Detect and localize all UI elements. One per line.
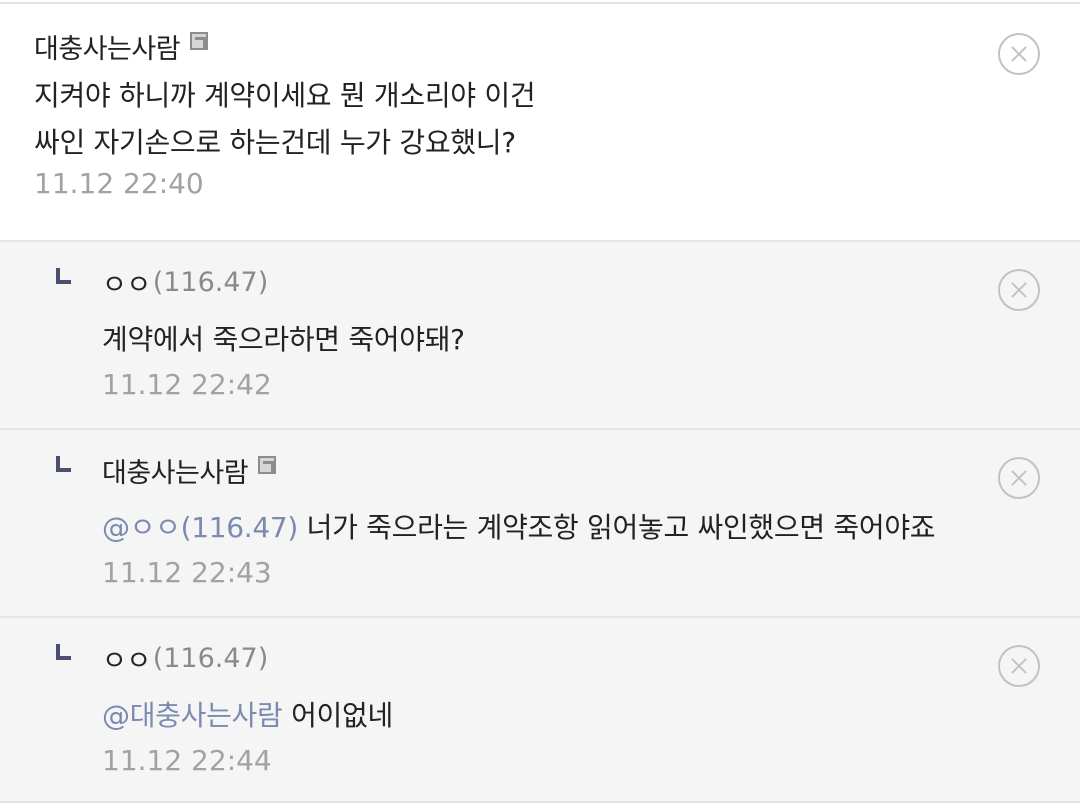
delete-comment-button[interactable] — [998, 457, 1040, 499]
delete-comment-button[interactable] — [998, 269, 1040, 311]
author-name[interactable]: ㅇㅇ — [102, 263, 151, 302]
comment-text-line: 지켜야 하니까 계약이세요 뭔 개소리야 이건 — [34, 79, 536, 112]
comment-text-line: 싸인 자기손으로 하는건데 누가 강요했니? — [34, 126, 516, 159]
author-name[interactable]: 대충사는사람 — [34, 27, 181, 66]
comment-text: 계약에서 죽으라하면 죽어야돼? — [102, 316, 1080, 363]
comment-header: ㅇㅇ (116.47) — [50, 638, 1080, 678]
reply-arrow-icon — [50, 450, 102, 490]
reply-comment: ㅇㅇ (116.47) @대충사는사람 어이없네 11.12 22:44 — [0, 618, 1080, 803]
comment-header: ㅇㅇ (116.47) — [50, 262, 1080, 302]
comment-text: @ㅇㅇ(116.47) 너가 죽으라는 계약조항 읽어놓고 싸인했으면 죽어야죠 — [102, 504, 1080, 551]
comment-timestamp: 11.12 22:43 — [102, 556, 272, 589]
gallog-icon[interactable] — [190, 32, 209, 50]
comment-header: 대충사는사람 — [50, 450, 1080, 490]
comment-thread: 대충사는사람 지켜야 하니까 계약이세요 뭔 개소리야 이건 싸인 자기손으로 … — [0, 0, 1080, 805]
author-ip: (116.47) — [152, 642, 269, 674]
reply-arrow-icon — [50, 262, 102, 302]
mention-link[interactable]: @대충사는사람 — [102, 699, 283, 732]
comment-timestamp: 11.12 22:44 — [102, 744, 272, 777]
comment-timestamp: 11.12 22:40 — [34, 167, 204, 200]
comment-text-content: 계약에서 죽으라하면 죽어야돼? — [102, 323, 465, 356]
comment-timestamp: 11.12 22:42 — [102, 368, 272, 401]
comment-header: 대충사는사람 — [34, 26, 1080, 66]
delete-comment-button[interactable] — [998, 33, 1040, 75]
comment-text-content: 어이없네 — [291, 699, 393, 732]
delete-comment-button[interactable] — [998, 645, 1040, 687]
author-name[interactable]: 대충사는사람 — [102, 451, 249, 490]
reply-comment: 대충사는사람 @ㅇㅇ(116.47) 너가 죽으라는 계약조항 읽어놓고 싸인했… — [0, 430, 1080, 618]
author-name[interactable]: ㅇㅇ — [102, 639, 151, 678]
gallog-icon[interactable] — [258, 456, 277, 474]
reply-comment: ㅇㅇ (116.47) 계약에서 죽으라하면 죽어야돼? 11.12 22:42 — [0, 242, 1080, 430]
comment-text-content: 너가 죽으라는 계약조항 읽어놓고 싸인했으면 죽어야죠 — [306, 511, 936, 544]
reply-arrow-icon — [50, 638, 102, 678]
author-ip: (116.47) — [152, 266, 269, 298]
comment-text: @대충사는사람 어이없네 — [102, 692, 1080, 739]
mention-link[interactable]: @ㅇㅇ(116.47) — [102, 511, 298, 544]
comment: 대충사는사람 지켜야 하니까 계약이세요 뭔 개소리야 이건 싸인 자기손으로 … — [0, 4, 1080, 242]
